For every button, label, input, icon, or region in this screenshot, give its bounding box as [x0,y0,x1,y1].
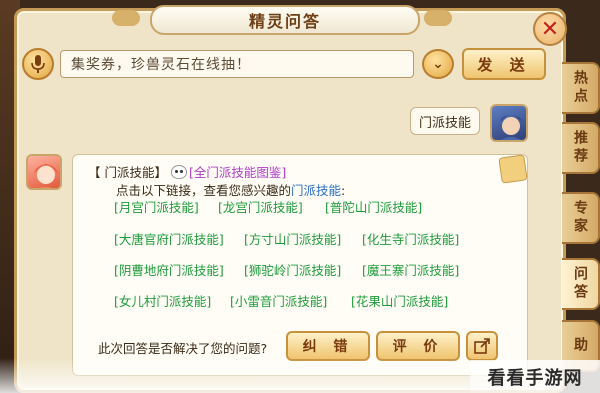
window-title: 精灵问答 [150,5,420,35]
tab-hot[interactable]: 热点 [562,62,600,114]
microphone-icon [31,55,45,73]
skill-link-xiaoleiyin[interactable]: [小雷音门派技能] [230,291,327,310]
skill-link-fangcunshan[interactable]: [方寸山门派技能] [244,229,341,248]
answer-prefix: 【 门派技能】 [88,165,167,180]
correct-error-button[interactable]: 纠 错 [286,331,370,361]
tab-qa[interactable]: 问答 [562,258,600,310]
question-input[interactable]: 集奖券，珍兽灵石在线抽！ [60,50,414,78]
title-ornament-right [424,10,452,26]
user-portrait-icon [500,115,522,140]
close-icon: ✕ [540,16,560,42]
skill-link-mowangzhai[interactable]: [魔王寨门派技能] [362,260,459,279]
emoji-face-icon [170,164,187,179]
spirit-portrait-icon [34,164,58,188]
feedback-question: 此次回答是否解决了您的问题? [98,341,268,356]
skill-link-datangguanfu[interactable]: [大唐官府门派技能] [114,229,224,248]
all-skills-link[interactable]: [全门派技能图鉴] [189,162,286,181]
rate-button[interactable]: 评 价 [376,331,460,361]
tab-recommend[interactable]: 推荐 [562,122,600,174]
skill-link-huashengsi[interactable]: [化生寺门派技能] [362,229,459,248]
bottom-fade [0,358,470,393]
user-question-bubble: 门派技能 [410,107,480,135]
spirit-avatar [26,154,62,190]
share-icon [474,338,490,354]
prompt-keyword-link[interactable]: 门派技能 [291,183,341,198]
skill-link-putuoshan[interactable]: [普陀山门派技能] [325,197,422,216]
chevron-down-icon: ⌄ [432,56,444,72]
skill-link-nuercun[interactable]: [女儿村门派技能] [114,291,211,310]
send-button[interactable]: 发 送 [462,48,546,80]
history-dropdown-button[interactable]: ⌄ [422,49,454,79]
close-button[interactable]: ✕ [533,12,567,46]
skill-link-shituoling[interactable]: [狮驼岭门派技能] [244,260,341,279]
skill-link-yuegong[interactable]: [月宫门派技能] [114,197,199,216]
skill-link-longgong[interactable]: [龙宫门派技能] [218,197,303,216]
user-avatar [490,104,528,142]
watermark: 看看手游网 [470,360,600,393]
answer-header: 【 门派技能】 [全门派技能图鉴] [88,162,286,181]
skill-link-yincaodifu[interactable]: [阴曹地府门派技能] [114,260,224,279]
title-ornament-left [112,10,140,26]
share-button[interactable] [466,331,498,361]
tab-expert[interactable]: 专家 [562,192,600,244]
prompt-text: 点击以下链接，查看您感兴趣的 [116,183,292,198]
voice-input-button[interactable] [22,48,54,80]
prompt-suffix: : [341,183,346,198]
note-icon[interactable] [498,154,528,184]
skill-link-huaguoshan[interactable]: [花果山门派技能] [351,291,448,310]
